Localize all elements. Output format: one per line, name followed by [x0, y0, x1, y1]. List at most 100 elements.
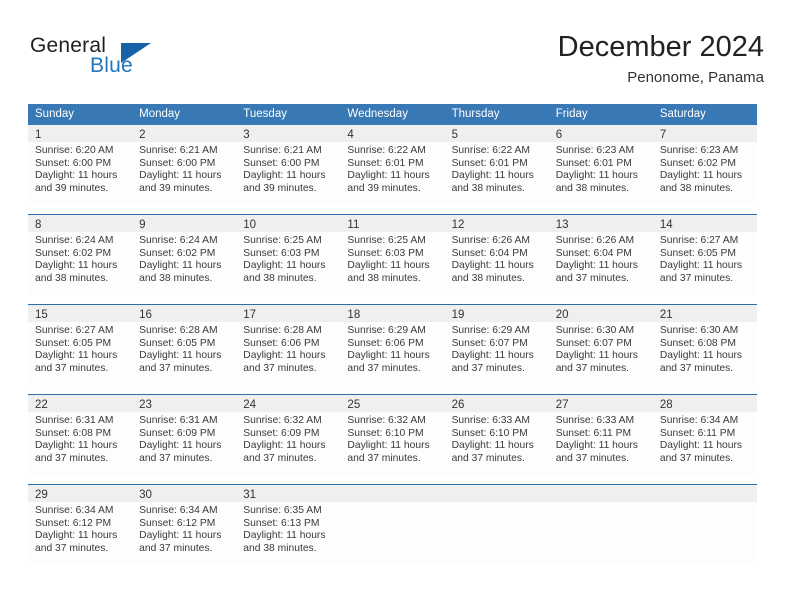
sunset-text: Sunset: 6:06 PM [243, 337, 320, 349]
day-cell[interactable]: 23 Sunrise: 6:31 AM Sunset: 6:09 PM Dayligh… [132, 395, 237, 475]
day-number-band: 9 [132, 215, 237, 232]
calendar-week-row: 15 Sunrise: 6:27 AM Sunset: 6:05 PM Dayligh… [28, 304, 757, 385]
sunset-text: Sunset: 6:13 PM [243, 517, 320, 529]
day-cell[interactable]: 26 Sunrise: 6:33 AM Sunset: 6:10 PM Dayligh… [444, 395, 549, 475]
sunrise-text: Sunrise: 6:28 AM [243, 325, 322, 336]
daylight-text-line2: and 38 minutes. [139, 272, 213, 284]
sunrise-text: Sunrise: 6:23 AM [659, 145, 739, 156]
daylight-text-line1: Daylight: 11 hours [35, 350, 118, 362]
day-cell[interactable]: 29 Sunrise: 6:34 AM Sunset: 6:12 PM Dayligh… [28, 485, 133, 565]
day-cell[interactable]: 21 Sunrise: 6:30 AM Sunset: 6:08 PM Dayligh… [652, 305, 757, 385]
sunrise-text: Sunrise: 6:25 AM [243, 235, 322, 246]
sunrise-text: Sunrise: 6:34 AM [35, 505, 114, 516]
day-details: Sunrise: 6:30 AM Sunset: 6:08 PM Daylight:… [653, 322, 757, 375]
sunrise-text: Sunrise: 6:34 AM [659, 415, 739, 426]
day-cell[interactable]: 8 Sunrise: 6:24 AM Sunset: 6:02 PM Daylight… [28, 215, 133, 295]
day-number: 7 [659, 129, 667, 141]
day-cell[interactable]: 19 Sunrise: 6:29 AM Sunset: 6:07 PM Dayligh… [444, 305, 549, 385]
daylight-text-line1: Daylight: 11 hours [347, 350, 430, 362]
day-details: Sunrise: 6:34 AM Sunset: 6:11 PM Daylight:… [653, 412, 757, 465]
sunrise-text: Sunrise: 6:31 AM [35, 415, 114, 426]
day-cell[interactable]: 20 Sunrise: 6:30 AM Sunset: 6:07 PM Dayligh… [548, 305, 653, 385]
sunset-text: Sunset: 6:06 PM [347, 337, 424, 349]
day-number-band: 15 [28, 305, 133, 322]
day-number-band: 2 [132, 125, 237, 142]
day-cell[interactable]: 2 Sunrise: 6:21 AM Sunset: 6:00 PM Daylight… [132, 125, 237, 205]
day-number: 27 [555, 399, 569, 411]
weekday-header-row: Sunday Monday Tuesday Wednesday Thursday Frid… [28, 104, 757, 125]
daylight-text-line1: Daylight: 11 hours [555, 170, 638, 182]
sunset-text: Sunset: 6:00 PM [139, 157, 216, 169]
day-number-band: 31 [236, 485, 341, 502]
day-cell[interactable]: 17 Sunrise: 6:28 AM Sunset: 6:06 PM Dayligh… [236, 305, 341, 385]
week-separator [28, 475, 757, 484]
daylight-text-line1: Daylight: 11 hours [139, 530, 222, 542]
day-details: Sunrise: 6:27 AM Sunset: 6:05 PM Daylight:… [28, 322, 132, 375]
day-cell[interactable]: 27 Sunrise: 6:33 AM Sunset: 6:11 PM Dayligh… [548, 395, 653, 475]
logo-text-blue: Blue [90, 54, 133, 77]
day-cell[interactable]: 28 Sunrise: 6:34 AM Sunset: 6:11 PM Dayligh… [652, 395, 757, 475]
weekday-header-monday: Monday [139, 108, 181, 120]
day-cell[interactable]: 24 Sunrise: 6:32 AM Sunset: 6:09 PM Dayligh… [236, 395, 341, 475]
day-cell[interactable]: 10 Sunrise: 6:25 AM Sunset: 6:03 PM Dayligh… [236, 215, 341, 295]
generalblue-logo[interactable]: General Blue [28, 34, 208, 90]
daylight-text-line2: and 37 minutes. [451, 452, 525, 464]
sunset-text: Sunset: 6:10 PM [451, 427, 528, 439]
day-cell[interactable]: 9 Sunrise: 6:24 AM Sunset: 6:02 PM Daylight… [132, 215, 237, 295]
day-number: 18 [347, 309, 361, 321]
day-number-band: 21 [652, 305, 757, 322]
day-number-band: 1 [28, 125, 133, 142]
sunset-text: Sunset: 6:02 PM [659, 157, 736, 169]
sunrise-text: Sunrise: 6:22 AM [451, 145, 530, 156]
day-details: Sunrise: 6:30 AM Sunset: 6:07 PM Daylight:… [549, 322, 653, 375]
day-number: 9 [139, 219, 146, 231]
day-cell[interactable]: 12 Sunrise: 6:26 AM Sunset: 6:04 PM Dayligh… [444, 215, 549, 295]
sunset-text: Sunset: 6:12 PM [35, 517, 112, 529]
day-details: Sunrise: 6:25 AM Sunset: 6:03 PM Daylight:… [236, 232, 340, 285]
daylight-text-line2: and 37 minutes. [451, 362, 525, 374]
sunrise-text: Sunrise: 6:29 AM [451, 325, 530, 336]
day-number: 23 [139, 399, 152, 411]
sunrise-text: Sunrise: 6:34 AM [139, 505, 218, 516]
daylight-text-line2: and 37 minutes. [659, 452, 734, 464]
day-cell-empty [444, 485, 549, 565]
day-number: 8 [35, 219, 42, 231]
day-cell[interactable]: 6 Sunrise: 6:23 AM Sunset: 6:01 PM Daylight… [548, 125, 653, 205]
day-number-band: 13 [548, 215, 653, 232]
daylight-text-line1: Daylight: 11 hours [139, 350, 222, 362]
day-details: Sunrise: 6:23 AM Sunset: 6:01 PM Daylight:… [549, 142, 653, 195]
sunset-text: Sunset: 6:07 PM [451, 337, 528, 349]
day-cell[interactable]: 5 Sunrise: 6:22 AM Sunset: 6:01 PM Daylight… [444, 125, 549, 205]
day-number-band: 18 [340, 305, 445, 322]
day-cell[interactable]: 4 Sunrise: 6:22 AM Sunset: 6:01 PM Daylight… [340, 125, 445, 205]
day-cell[interactable]: 7 Sunrise: 6:23 AM Sunset: 6:02 PM Daylight… [652, 125, 757, 205]
sunset-text: Sunset: 6:03 PM [243, 247, 320, 259]
day-cell[interactable]: 14 Sunrise: 6:27 AM Sunset: 6:05 PM Dayligh… [652, 215, 757, 295]
sunrise-text: Sunrise: 6:21 AM [243, 145, 322, 156]
day-cell[interactable]: 15 Sunrise: 6:27 AM Sunset: 6:05 PM Dayligh… [28, 305, 133, 385]
day-cell[interactable]: 13 Sunrise: 6:26 AM Sunset: 6:04 PM Dayligh… [548, 215, 653, 295]
weekday-header-wednesday: Wednesday [347, 108, 408, 120]
sunset-text: Sunset: 6:07 PM [555, 337, 632, 349]
day-number-band: 19 [444, 305, 549, 322]
day-cell[interactable]: 25 Sunrise: 6:32 AM Sunset: 6:10 PM Dayligh… [340, 395, 445, 475]
day-cell[interactable]: 11 Sunrise: 6:25 AM Sunset: 6:03 PM Dayligh… [340, 215, 445, 295]
day-cell[interactable]: 16 Sunrise: 6:28 AM Sunset: 6:05 PM Dayligh… [132, 305, 237, 385]
day-cell[interactable]: 22 Sunrise: 6:31 AM Sunset: 6:08 PM Dayligh… [28, 395, 133, 475]
day-cell[interactable]: 30 Sunrise: 6:34 AM Sunset: 6:12 PM Dayligh… [132, 485, 237, 565]
daylight-text-line1: Daylight: 11 hours [451, 260, 534, 272]
day-cell[interactable]: 31 Sunrise: 6:35 AM Sunset: 6:13 PM Dayligh… [236, 485, 341, 565]
sunrise-text: Sunrise: 6:24 AM [139, 235, 218, 246]
daylight-text-line1: Daylight: 11 hours [139, 440, 222, 452]
weekday-header-thursday: Thursday [451, 108, 500, 120]
daylight-text-line1: Daylight: 11 hours [243, 530, 326, 542]
sunset-text: Sunset: 6:01 PM [555, 157, 632, 169]
day-cell[interactable]: 3 Sunrise: 6:21 AM Sunset: 6:00 PM Daylight… [236, 125, 341, 205]
day-cell[interactable]: 18 Sunrise: 6:29 AM Sunset: 6:06 PM Dayligh… [340, 305, 445, 385]
day-cell[interactable]: 1 Sunrise: 6:20 AM Sunset: 6:00 PM Daylight… [28, 125, 133, 205]
daylight-text-line1: Daylight: 11 hours [35, 170, 118, 182]
sunrise-text: Sunrise: 6:22 AM [347, 145, 426, 156]
weekday-header-saturday: Saturday [659, 108, 706, 120]
sunrise-text: Sunrise: 6:27 AM [35, 325, 114, 336]
weekday-header-sunday: Sunday [35, 108, 75, 120]
